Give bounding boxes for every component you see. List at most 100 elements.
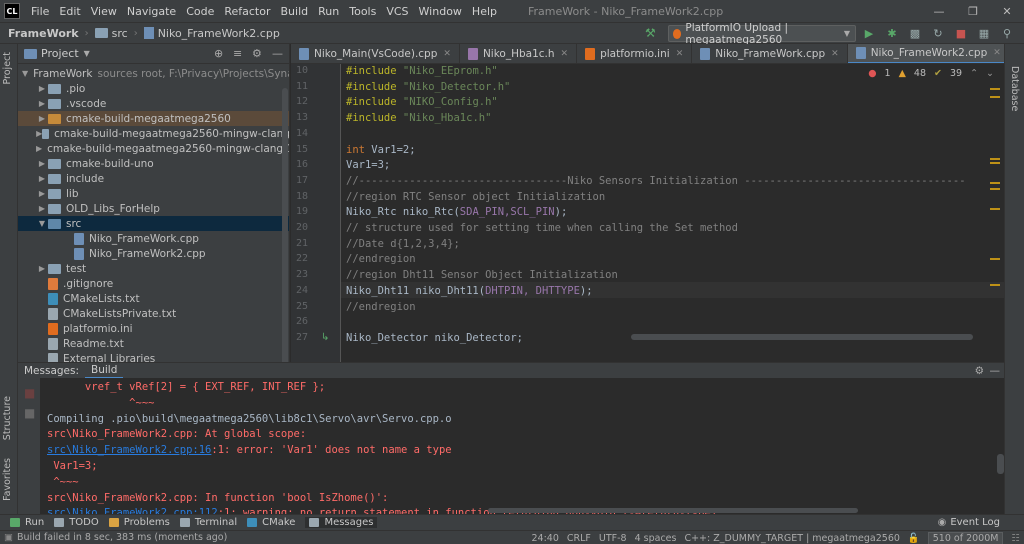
tree-item[interactable]: ▶ cmake-build-megaatmega2560 xyxy=(18,111,289,126)
chevron-down-icon[interactable]: ⌄ xyxy=(986,68,994,79)
editor-tab[interactable]: Niko_Main(VsCode).cpp ✕ xyxy=(291,44,460,63)
chevron-right-icon[interactable]: ▶ xyxy=(36,204,48,213)
code-line[interactable]: //region Dht11 Sensor Object Initializat… xyxy=(346,269,618,281)
warning-mark[interactable] xyxy=(990,96,1000,98)
code-line[interactable]: #include "Niko_Hba1c.h" xyxy=(346,112,491,124)
locate-icon[interactable]: ⊕ xyxy=(214,47,223,60)
code-line[interactable]: //region RTC Sensor object Initializatio… xyxy=(346,191,605,203)
tree-item[interactable]: CMakeLists.txt xyxy=(18,291,289,306)
run-configuration-select[interactable]: PlatformIO Upload | megaatmega2560 ▼ xyxy=(668,22,856,46)
warning-mark[interactable] xyxy=(990,88,1000,90)
project-tool-tab[interactable]: Project xyxy=(2,52,13,85)
build-output-console[interactable]: ■ ■ vref_t vRef[2] = { EXT_REF, INT_REF … xyxy=(18,378,1004,514)
chevron-right-icon[interactable]: ▶ xyxy=(36,159,48,168)
collapse-all-icon[interactable]: ≡ xyxy=(233,47,242,60)
editor-tab[interactable]: Niko_FrameWork2.cpp ✕ xyxy=(847,44,1004,63)
editor-tab[interactable]: platformio.ini ✕ xyxy=(577,44,693,63)
tree-item[interactable]: platformio.ini xyxy=(18,321,289,336)
close-icon[interactable]: ✕ xyxy=(990,0,1024,22)
close-tab-icon[interactable]: ✕ xyxy=(831,49,839,59)
tool-windows-icon[interactable]: ▣ xyxy=(4,532,13,543)
breadcrumb-file[interactable]: Niko_FrameWork2.cpp xyxy=(143,27,280,40)
code-line[interactable]: // structure used for setting time when … xyxy=(346,222,738,234)
menu-help[interactable]: Help xyxy=(467,5,502,18)
chevron-right-icon[interactable]: ▶ xyxy=(36,114,48,123)
minimize-icon[interactable]: — xyxy=(922,0,956,22)
tree-item[interactable]: Readme.txt xyxy=(18,336,289,351)
memory-indicator[interactable]: 510 of 2000M xyxy=(927,531,1004,544)
code-line[interactable]: Niko_Dht11 niko_Dht11(DHTPIN, DHTTYPE); xyxy=(346,285,593,297)
tool-button-messages[interactable]: Messages xyxy=(305,517,378,528)
tree-item[interactable]: CMakeListsPrivate.txt xyxy=(18,306,289,321)
chevron-right-icon[interactable]: ▶ xyxy=(36,174,48,183)
code-line[interactable]: #include "Niko_EEprom.h" xyxy=(346,65,498,77)
gear-icon[interactable]: ⚙ xyxy=(975,365,984,377)
warning-mark[interactable] xyxy=(990,158,1000,160)
warning-mark[interactable] xyxy=(990,284,1000,286)
structure-tool-tab[interactable]: Structure xyxy=(2,396,13,440)
tree-item[interactable]: ▶ .pio xyxy=(18,81,289,96)
warning-mark[interactable] xyxy=(990,188,1000,190)
menu-file[interactable]: File xyxy=(26,5,54,18)
editor-tab[interactable]: Niko_Hba1c.h ✕ xyxy=(460,44,578,63)
tree-item[interactable]: Niko_FrameWork.cpp xyxy=(18,231,289,246)
editor-tab[interactable]: Niko_FrameWork.cpp ✕ xyxy=(692,44,848,63)
menu-vcs[interactable]: VCS xyxy=(381,5,413,18)
tree-item[interactable]: ▶ cmake-build-megaatmega2560-mingw-clang-… xyxy=(18,141,289,156)
gear-icon[interactable]: ⚙ xyxy=(252,47,262,60)
tool-button-run[interactable]: Run xyxy=(10,517,44,528)
indent-setting[interactable]: 4 spaces xyxy=(635,533,677,544)
tree-item[interactable]: External Libraries xyxy=(18,351,289,362)
search-icon[interactable]: ⚲ xyxy=(1000,26,1014,40)
stop-icon[interactable]: ■ xyxy=(24,386,35,400)
chevron-down-icon[interactable]: ▼ xyxy=(22,69,28,78)
menu-window[interactable]: Window xyxy=(414,5,467,18)
code-line[interactable]: //---------------------------------Niko … xyxy=(346,175,966,187)
caret-position[interactable]: 24:40 xyxy=(531,533,558,544)
tool-button-cmake[interactable]: CMake xyxy=(247,517,295,528)
project-structure-icon[interactable]: ▦ xyxy=(977,26,991,40)
stop-icon[interactable]: ■ xyxy=(954,26,968,40)
status-message[interactable]: Build failed in 8 sec, 383 ms (moments a… xyxy=(17,532,227,543)
restore-icon[interactable]: ❐ xyxy=(956,0,990,22)
tree-item[interactable]: ▶ include xyxy=(18,171,289,186)
tree-item[interactable]: ▶ lib xyxy=(18,186,289,201)
tree-item[interactable]: .gitignore xyxy=(18,276,289,291)
warning-mark[interactable] xyxy=(990,162,1000,164)
chevron-right-icon[interactable]: ▶ xyxy=(36,99,48,108)
console-scrollbar[interactable] xyxy=(997,454,1004,474)
inspection-widget[interactable]: ● 1 ▲ 48 ✔ 39 ⌃ ⌄ xyxy=(868,68,994,79)
scroll-icon[interactable]: ■ xyxy=(24,406,35,420)
lock-icon[interactable]: 🔓 xyxy=(908,533,920,544)
tree-item[interactable]: ▶ cmake-build-megaatmega2560-mingw-clang xyxy=(18,126,289,141)
hide-icon[interactable]: — xyxy=(272,47,283,60)
project-scrollbar[interactable] xyxy=(282,88,288,362)
close-tab-icon[interactable]: ✕ xyxy=(561,49,569,59)
warning-mark[interactable] xyxy=(990,182,1000,184)
tree-item[interactable]: ▶ cmake-build-uno xyxy=(18,156,289,171)
editor-horizontal-scrollbar[interactable] xyxy=(631,334,973,340)
tool-button-terminal[interactable]: Terminal xyxy=(179,517,237,528)
breadcrumb-src[interactable]: src xyxy=(94,27,128,40)
warning-mark[interactable] xyxy=(990,208,1000,210)
source-link[interactable]: src\Niko_FrameWork2.cpp:16 xyxy=(47,444,211,456)
tool-button-todo[interactable]: TODO xyxy=(54,517,99,528)
menu-code[interactable]: Code xyxy=(181,5,219,18)
debug-icon[interactable]: ✱ xyxy=(885,26,899,40)
tree-root[interactable]: ▼ FrameWork sources root, F:\Privacy\Pro… xyxy=(18,66,289,81)
menu-tools[interactable]: Tools xyxy=(344,5,381,18)
database-tool-tab[interactable]: Database xyxy=(1009,66,1020,111)
tab-build[interactable]: Build xyxy=(85,363,124,379)
run-gutter-icon[interactable]: ↳ xyxy=(321,332,329,343)
menu-edit[interactable]: Edit xyxy=(54,5,85,18)
chevron-down-icon[interactable]: ▼ xyxy=(36,219,48,228)
coverage-icon[interactable]: ▩ xyxy=(908,26,922,40)
chevron-right-icon[interactable]: ▶ xyxy=(36,189,48,198)
hide-icon[interactable]: — xyxy=(990,365,1001,377)
favorites-tool-tab[interactable]: Favorites xyxy=(2,458,13,501)
tree-item[interactable]: ▶ .vscode xyxy=(18,96,289,111)
menu-navigate[interactable]: Navigate xyxy=(122,5,181,18)
build-hammer-icon[interactable]: ⚒ xyxy=(645,26,656,40)
breadcrumb-project[interactable]: FrameWork xyxy=(8,27,79,40)
close-tab-icon[interactable]: ✕ xyxy=(443,49,451,59)
